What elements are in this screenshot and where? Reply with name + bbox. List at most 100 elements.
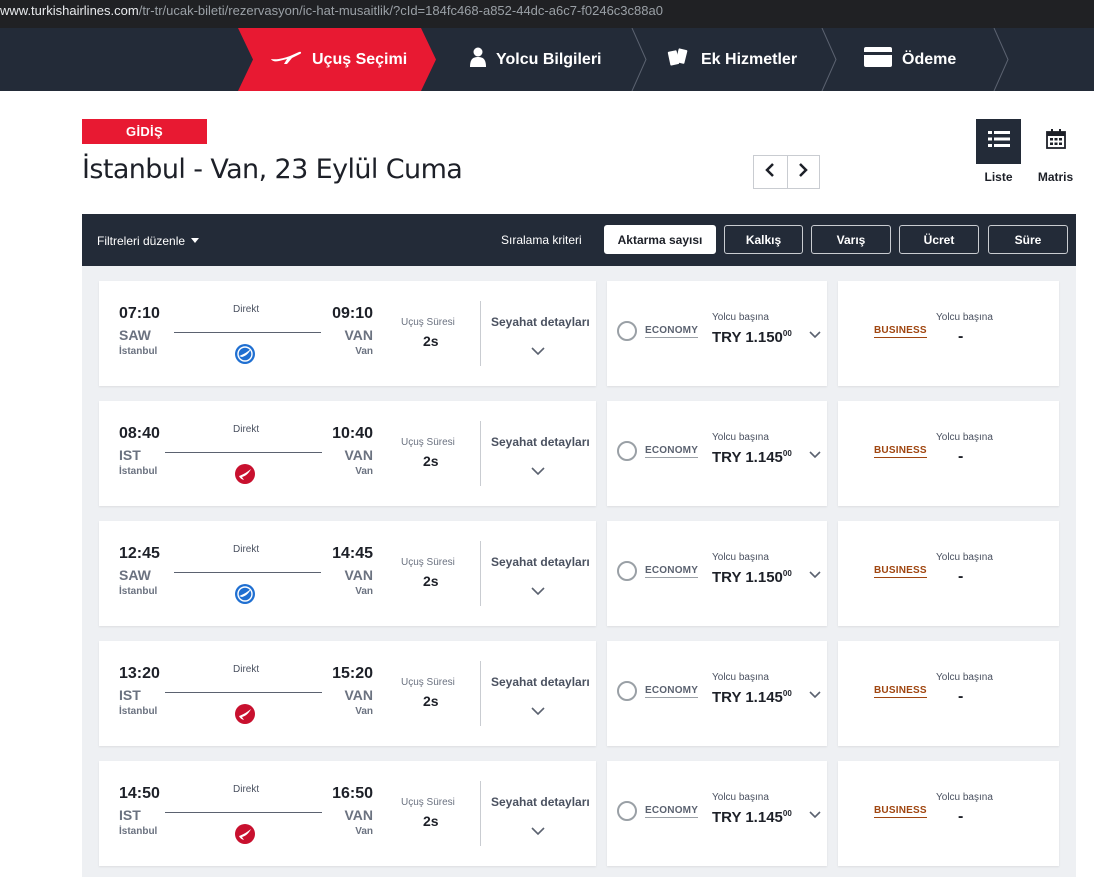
travel-details-link[interactable]: Seyahat detayları	[491, 555, 590, 569]
arrival-time: 16:50	[332, 785, 373, 802]
chevron-down-icon[interactable]	[809, 446, 821, 464]
business-fare-card[interactable]: BUSINESS Yolcu başına -	[838, 521, 1059, 626]
flight-info-card[interactable]: 13:20 IST İstanbul Direkt 15:20 VAN Van …	[99, 641, 596, 746]
business-fare-card[interactable]: BUSINESS Yolcu başına -	[838, 281, 1059, 386]
business-price-unavailable: -	[958, 328, 964, 345]
travel-details-link[interactable]: Seyahat detayları	[491, 315, 590, 329]
flight-info-card[interactable]: 08:40 IST İstanbul Direkt 10:40 VAN Van …	[99, 401, 596, 506]
economy-fare-card[interactable]: ECONOMY Yolcu başına TRY 1.15000	[607, 521, 827, 626]
next-day-button[interactable]	[786, 156, 820, 188]
direct-label: Direkt	[233, 784, 260, 795]
per-passenger-label: Yolcu başına	[936, 792, 993, 803]
divider	[480, 781, 481, 846]
step-separator	[992, 27, 1010, 92]
departure-airport-code: SAW	[119, 567, 151, 583]
sort-by-departure-button[interactable]: Kalkış	[724, 225, 803, 254]
economy-fare-card[interactable]: ECONOMY Yolcu başına TRY 1.14500	[607, 401, 827, 506]
flight-info-card[interactable]: 07:10 SAW İstanbul Direkt 09:10 VAN Van …	[99, 281, 596, 386]
arrival-time: 09:10	[332, 305, 373, 322]
arrival-city: Van	[355, 826, 373, 837]
step-passenger-info[interactable]: Yolcu Bilgileri	[470, 28, 602, 91]
step-payment[interactable]: Ödeme	[864, 28, 956, 91]
arrival-airport-code: VAN	[344, 327, 373, 343]
economy-fare-card[interactable]: ECONOMY Yolcu başına TRY 1.14500	[607, 641, 827, 746]
travel-details-link[interactable]: Seyahat detayları	[491, 675, 590, 689]
economy-radio[interactable]	[617, 801, 637, 821]
flight-info-card[interactable]: 14:50 IST İstanbul Direkt 16:50 VAN Van …	[99, 761, 596, 866]
chevron-down-icon[interactable]	[809, 806, 821, 824]
economy-radio[interactable]	[617, 561, 637, 581]
sort-by-stops-button[interactable]: Aktarma sayısı	[604, 225, 716, 254]
direct-label: Direkt	[233, 544, 260, 555]
economy-fare-card[interactable]: ECONOMY Yolcu başına TRY 1.15000	[607, 281, 827, 386]
travel-details-link[interactable]: Seyahat detayları	[491, 435, 590, 449]
business-price-unavailable: -	[958, 808, 964, 825]
flight-info-card[interactable]: 12:45 SAW İstanbul Direkt 14:45 VAN Van …	[99, 521, 596, 626]
duration-value: 2s	[423, 453, 439, 469]
tickets-icon	[667, 47, 689, 72]
economy-radio[interactable]	[617, 441, 637, 461]
economy-price: TRY 1.15000	[712, 329, 792, 346]
chevron-down-icon[interactable]	[531, 463, 545, 481]
matrix-view-toggle[interactable]: Matris	[1033, 119, 1078, 184]
list-view-toggle[interactable]: Liste	[976, 119, 1021, 184]
airline-logo-icon	[235, 344, 255, 364]
travel-details-link[interactable]: Seyahat detayları	[491, 795, 590, 809]
url-host: www.turkishairlines.com	[0, 3, 139, 18]
duration-value: 2s	[423, 813, 439, 829]
person-icon	[470, 47, 486, 72]
arrival-city: Van	[355, 346, 373, 357]
economy-label: ECONOMY	[645, 805, 699, 818]
economy-radio[interactable]	[617, 681, 637, 701]
chevron-down-icon[interactable]	[809, 326, 821, 344]
economy-price: TRY 1.15000	[712, 569, 792, 586]
economy-label: ECONOMY	[645, 445, 699, 458]
economy-price: TRY 1.14500	[712, 809, 792, 826]
chevron-down-icon[interactable]	[531, 343, 545, 361]
per-passenger-label: Yolcu başına	[712, 432, 769, 443]
previous-day-button[interactable]	[754, 156, 787, 188]
per-passenger-label: Yolcu başına	[936, 552, 993, 563]
step-flight-selection[interactable]: Uçuş Seçimi	[238, 28, 436, 91]
step-label: Yolcu Bilgileri	[496, 50, 602, 68]
arrival-airport-code: VAN	[344, 807, 373, 823]
airline-logo-icon	[235, 464, 255, 484]
business-fare-card[interactable]: BUSINESS Yolcu başına -	[838, 761, 1059, 866]
sort-by-price-button[interactable]: Ücret	[899, 225, 979, 254]
sort-by-duration-button[interactable]: Süre	[988, 225, 1068, 254]
business-fare-card[interactable]: BUSINESS Yolcu başına -	[838, 641, 1059, 746]
economy-radio[interactable]	[617, 321, 637, 341]
business-fare-card[interactable]: BUSINESS Yolcu başına -	[838, 401, 1059, 506]
chevron-down-icon[interactable]	[809, 686, 821, 704]
direct-label: Direkt	[233, 304, 260, 315]
flight-row: 08:40 IST İstanbul Direkt 10:40 VAN Van …	[99, 401, 1059, 506]
business-price-unavailable: -	[958, 568, 964, 585]
chevron-down-icon[interactable]	[531, 583, 545, 601]
chevron-down-icon[interactable]	[531, 703, 545, 721]
edit-filters-dropdown[interactable]: Filtreleri düzenle	[97, 234, 200, 248]
matrix-view-label: Matris	[1037, 170, 1074, 184]
duration-label: Uçuş Süresi	[401, 437, 455, 448]
page-title: İstanbul - Van, 23 Eylül Cuma	[82, 154, 463, 185]
route-line	[174, 332, 321, 333]
duration-label: Uçuş Süresi	[401, 677, 455, 688]
flight-row: 14:50 IST İstanbul Direkt 16:50 VAN Van …	[99, 761, 1059, 866]
route-line	[165, 692, 322, 693]
arrival-time: 14:45	[332, 545, 373, 562]
economy-fare-card[interactable]: ECONOMY Yolcu başına TRY 1.14500	[607, 761, 827, 866]
price-value: TRY 1.145	[712, 449, 783, 466]
price-cents: 00	[782, 689, 792, 698]
address-bar[interactable]: www.turkishairlines.com/tr-tr/ucak-bilet…	[0, 0, 1094, 28]
divider	[480, 661, 481, 726]
airline-logo-icon	[235, 704, 255, 724]
chevron-down-icon[interactable]	[809, 566, 821, 584]
arrival-airport-code: VAN	[344, 687, 373, 703]
arrival-city: Van	[355, 586, 373, 597]
step-extra-services[interactable]: Ek Hizmetler	[667, 28, 797, 91]
chevron-down-icon[interactable]	[531, 823, 545, 841]
arrival-time: 10:40	[332, 425, 373, 442]
economy-price: TRY 1.14500	[712, 449, 792, 466]
plane-icon	[270, 49, 302, 70]
price-value: TRY 1.145	[712, 689, 783, 706]
sort-by-arrival-button[interactable]: Varış	[811, 225, 891, 254]
